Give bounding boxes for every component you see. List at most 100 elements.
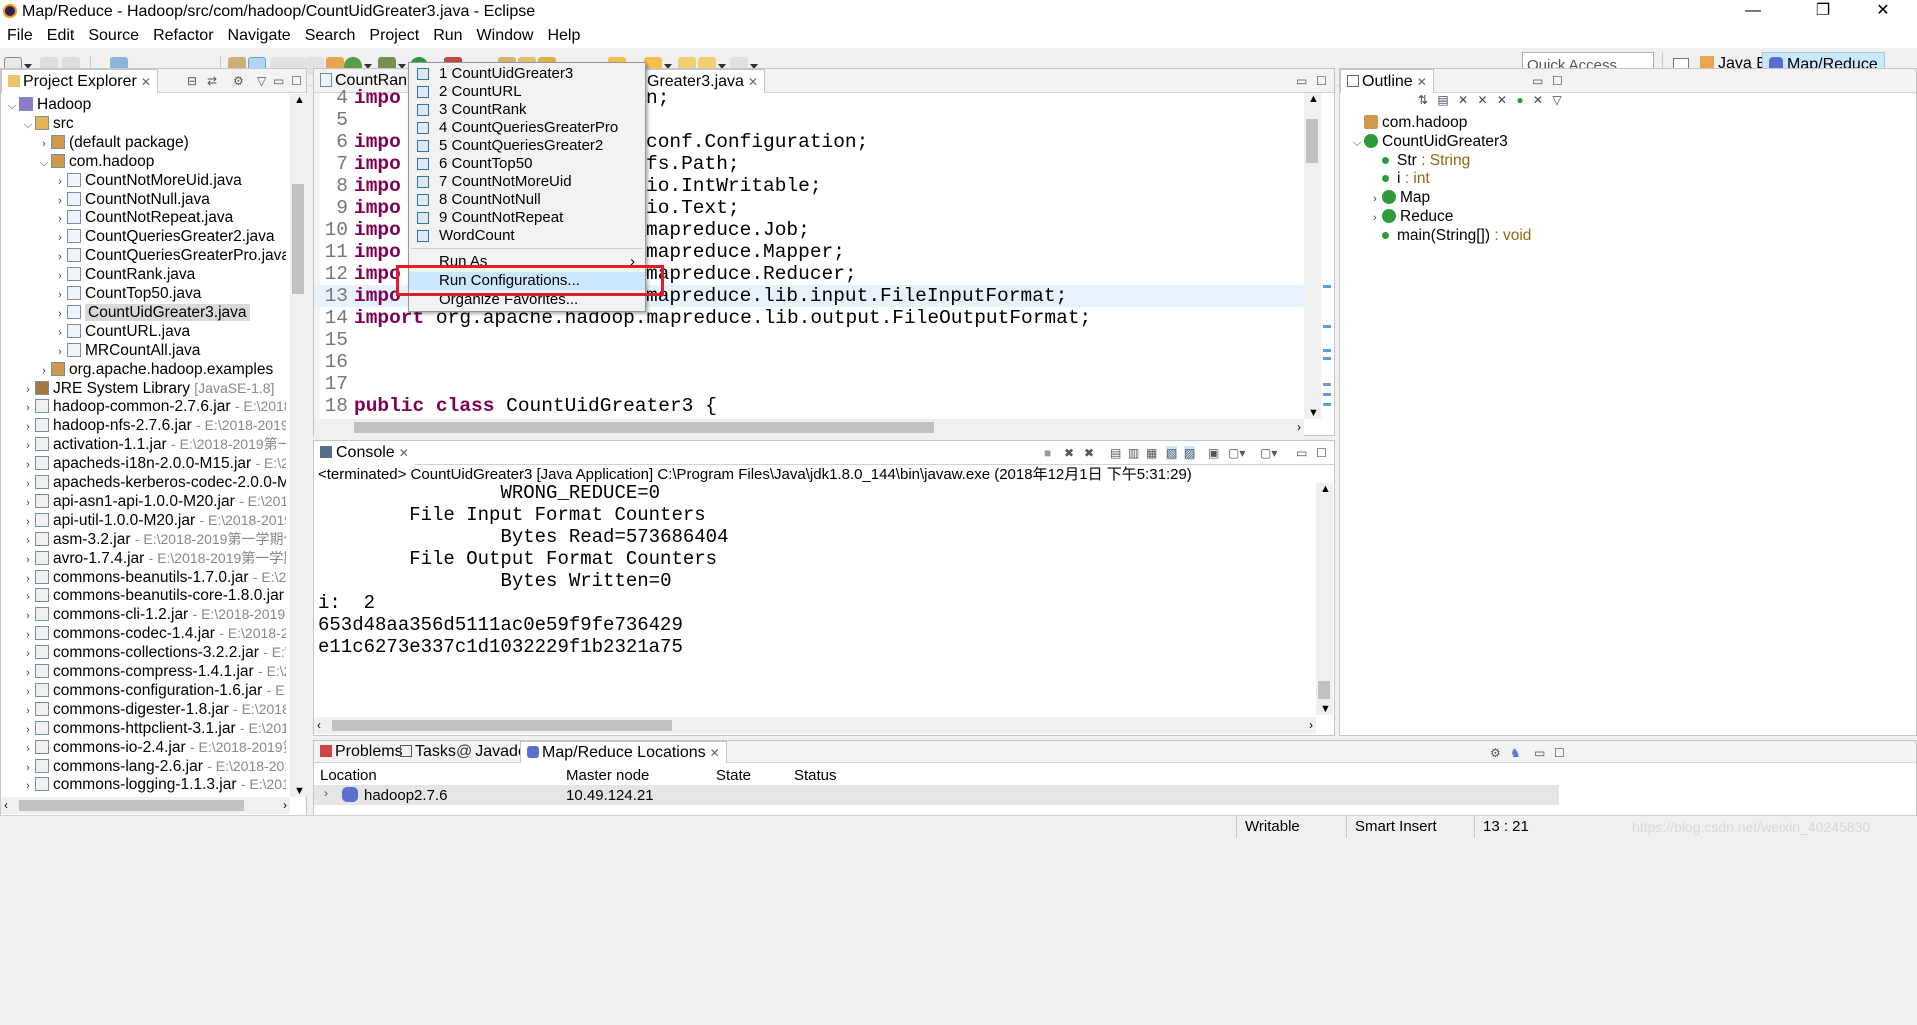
- clear-console-icon[interactable]: ▤: [1110, 446, 1121, 460]
- tree-item[interactable]: ›commons-collections-3.2.2.jar - E:\2018: [21, 643, 286, 662]
- tree-item[interactable]: ›apacheds-kerberos-codec-2.0.0-M15.jar: [21, 473, 286, 492]
- edit-location-icon[interactable]: ♞: [1510, 746, 1521, 760]
- menu-source[interactable]: Source: [81, 27, 146, 45]
- close-icon[interactable]: ✕: [710, 746, 720, 760]
- tree-item[interactable]: ›asm-3.2.jar - E:\2018-2019第一学期作业: [21, 530, 286, 549]
- display-console-icon[interactable]: ▢▾: [1228, 446, 1245, 460]
- outline-item[interactable]: Str : String: [1368, 151, 1470, 170]
- tree-item[interactable]: › CountRank.java: [53, 265, 195, 284]
- link-editor-icon[interactable]: ●: [1516, 93, 1523, 107]
- menu-edit[interactable]: Edit: [40, 27, 82, 45]
- pin-console-icon[interactable]: ▣: [1208, 446, 1219, 460]
- outline-item[interactable]: i : int: [1368, 169, 1430, 188]
- tree-item[interactable]: ›commons-beanutils-core-1.8.0.jar - E:\2…: [21, 586, 286, 605]
- column-master-node[interactable]: Master node: [566, 767, 649, 784]
- tree-item[interactable]: ›hadoop-common-2.7.6.jar - E:\2018-201: [21, 397, 286, 416]
- minimize-view-icon[interactable]: ▭: [1296, 74, 1307, 88]
- tree-item[interactable]: › CountNotRepeat.java: [53, 208, 233, 227]
- maximize-view-icon[interactable]: ☐: [1552, 74, 1563, 88]
- open-console-icon[interactable]: ▢▾: [1260, 446, 1277, 460]
- tree-item[interactable]: ›api-asn1-api-1.0.0-M20.jar - E:\2018-20…: [21, 492, 286, 511]
- tree-item[interactable]: ›avro-1.7.4.jar - E:\2018-2019第一学期作: [21, 549, 286, 568]
- minimize-view-icon[interactable]: ▭: [1532, 74, 1543, 88]
- run-history-item[interactable]: 7 CountNotMoreUid: [409, 173, 645, 191]
- new-location-icon[interactable]: ⚙: [1490, 746, 1501, 760]
- remove-launch-icon[interactable]: ✖: [1064, 446, 1074, 460]
- tree-item[interactable]: › JRE System Library [JavaSE-1.8]: [21, 379, 274, 398]
- run-history-item[interactable]: WordCount: [409, 227, 645, 245]
- tree-item[interactable]: › CountUidGreater3.java: [53, 303, 250, 322]
- tree-item[interactable]: › CountURL.java: [53, 322, 190, 341]
- tab-map-reduce-locations[interactable]: Map/Reduce Locations ✕: [520, 741, 727, 763]
- tree-item[interactable]: ›commons-lang-2.6.jar - E:\2018-2019第: [21, 757, 286, 776]
- expand-arrow-icon[interactable]: ›: [324, 786, 328, 800]
- console-vscrollbar[interactable]: ▲ ▼: [1316, 483, 1333, 715]
- menu-window[interactable]: Window: [470, 27, 541, 45]
- filter-icon[interactable]: ⚙: [233, 74, 244, 88]
- run-history-item[interactable]: 9 CountNotRepeat: [409, 209, 645, 227]
- chevron-down-icon[interactable]: ⌵: [21, 116, 35, 135]
- outline-item[interactable]: main(String[]) : void: [1368, 226, 1531, 245]
- outline-item[interactable]: ⌵ CountUidGreater3: [1350, 132, 1508, 151]
- editor-hscrollbar[interactable]: ›: [314, 419, 1304, 436]
- project-tree-vscrollbar[interactable]: ▲ ▼: [290, 94, 307, 797]
- minimize-button[interactable]: —: [1730, 0, 1776, 24]
- remove-all-launches-icon[interactable]: ✖: [1084, 446, 1094, 460]
- minimize-view-icon[interactable]: ▭: [1534, 746, 1545, 760]
- show-stdout-icon[interactable]: ▧: [1166, 446, 1178, 460]
- run-history-item[interactable]: 8 CountNotNull: [409, 191, 645, 209]
- collapse-all-icon[interactable]: ⊟: [187, 74, 197, 88]
- project-tree-hscrollbar[interactable]: ‹ ›: [1, 797, 290, 814]
- maximize-view-icon[interactable]: ☐: [291, 74, 302, 88]
- run-history-item[interactable]: 6 CountTop50: [409, 155, 645, 173]
- chevron-down-icon[interactable]: ⌵: [37, 154, 51, 173]
- menu-help[interactable]: Help: [540, 27, 587, 45]
- column-status[interactable]: Status: [794, 767, 837, 784]
- menu-search[interactable]: Search: [298, 27, 363, 45]
- tree-item[interactable]: ›commons-codec-1.4.jar - E:\2018-2019第: [21, 624, 286, 643]
- menu-refactor[interactable]: Refactor: [146, 27, 220, 45]
- tree-item[interactable]: ›commons-digester-1.8.jar - E:\2018-201: [21, 700, 286, 719]
- minimize-view-icon[interactable]: ▭: [273, 74, 284, 88]
- menu-navigate[interactable]: Navigate: [221, 27, 298, 45]
- console-hscrollbar[interactable]: ‹ ›: [314, 717, 1316, 734]
- column-state[interactable]: State: [716, 767, 751, 784]
- tab-project-explorer[interactable]: Project Explorer ✕: [1, 69, 158, 93]
- scroll-lock-icon[interactable]: ▥: [1128, 446, 1139, 460]
- close-icon[interactable]: ✕: [399, 446, 409, 460]
- tree-item[interactable]: ›api-util-1.0.0-M20.jar - E:\2018-2019第一: [21, 511, 286, 530]
- hide-nonpublic-icon[interactable]: ✕: [1478, 93, 1488, 107]
- tree-item[interactable]: › CountQueriesGreater2.java: [53, 227, 274, 246]
- tree-item[interactable]: ⌵ src: [21, 114, 74, 133]
- word-wrap-icon[interactable]: ▦: [1146, 446, 1157, 460]
- tree-item[interactable]: › CountQueriesGreaterPro.java: [53, 246, 286, 265]
- view-menu-icon[interactable]: ▽: [1552, 93, 1561, 107]
- tree-item[interactable]: › CountNotNull.java: [53, 190, 210, 209]
- hide-local-types-icon[interactable]: ✕: [1497, 93, 1507, 107]
- run-history-item[interactable]: 5 CountQueriesGreater2: [409, 137, 645, 155]
- tree-item[interactable]: ⌵ com.hadoop: [37, 152, 154, 171]
- tree-item[interactable]: › (default package): [37, 133, 189, 152]
- chevron-right-icon[interactable]: ›: [21, 777, 35, 795]
- tree-item[interactable]: ›commons-beanutils-1.7.0.jar - E:\2018-2: [21, 568, 286, 587]
- editor-vscrollbar[interactable]: ▲ ▼: [1304, 93, 1321, 419]
- tree-item[interactable]: ›activation-1.1.jar - E:\2018-2019第一学期: [21, 435, 286, 454]
- tree-item[interactable]: › org.apache.hadoop.examples: [37, 360, 273, 379]
- hide-static-icon[interactable]: ✕: [1458, 93, 1468, 107]
- tree-item[interactable]: ›hadoop-nfs-2.7.6.jar - E:\2018-2019第一: [21, 416, 286, 435]
- run-history-item[interactable]: 2 CountURL: [409, 83, 645, 101]
- close-icon[interactable]: ✕: [1417, 75, 1427, 89]
- tree-item[interactable]: ⌵ Hadoop: [5, 95, 91, 114]
- tree-item[interactable]: › MRCountAll.java: [53, 341, 200, 360]
- menu-project[interactable]: Project: [362, 27, 426, 45]
- outline-item[interactable]: › Map: [1368, 188, 1430, 207]
- chevron-down-icon[interactable]: ⌵: [1350, 134, 1364, 153]
- tree-item[interactable]: ›commons-io-2.4.jar - E:\2018-2019第一: [21, 738, 286, 757]
- close-icon[interactable]: ✕: [141, 75, 151, 89]
- minimize-view-icon[interactable]: ▭: [1296, 446, 1307, 460]
- link-editor-icon[interactable]: ⇄: [207, 74, 217, 88]
- tab-console[interactable]: Console ✕: [314, 441, 415, 465]
- maximize-view-icon[interactable]: ☐: [1554, 746, 1565, 760]
- focus-active-icon[interactable]: ✕: [1533, 93, 1543, 107]
- table-row[interactable]: › hadoop2.7.6 10.49.124.21: [314, 785, 1559, 805]
